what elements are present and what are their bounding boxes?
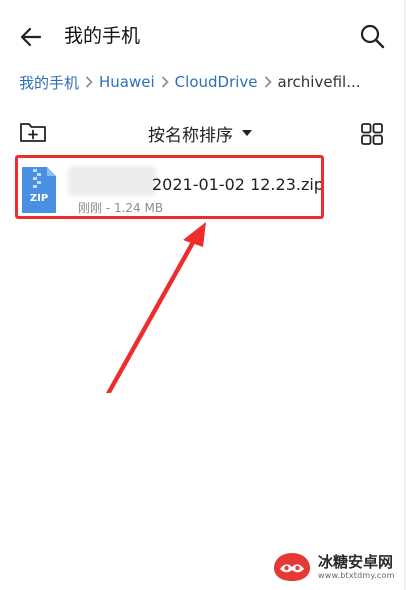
breadcrumb-item-my-phone[interactable]: 我的手机 [19,72,79,93]
grid-view-icon [361,123,383,145]
scrollbar-track [404,0,406,590]
new-folder-button[interactable] [18,118,48,146]
new-folder-icon [20,123,46,142]
chevron-right-icon [264,76,272,88]
chevron-right-icon [161,76,169,88]
caret-down-icon [241,129,253,137]
watermark-logo-icon [274,553,310,581]
breadcrumb-item-clouddrive[interactable]: CloudDrive [175,73,258,91]
breadcrumb: 我的手机 Huawei CloudDrive archivefil... [19,70,399,94]
chevron-right-icon [85,76,93,88]
search-icon [360,24,385,49]
search-button[interactable] [354,18,390,54]
watermark-name: 冰糖安卓网 [318,553,394,571]
watermark-url: www.btxtdmy.com [318,571,395,580]
breadcrumb-item-current: archivefil... [277,73,361,91]
page-title: 我的手机 [64,25,141,47]
watermark: 冰糖安卓网 www.btxtdmy.com [272,548,406,586]
highlight-box [15,155,324,219]
sort-label: 按名称排序 [148,125,233,146]
arrow-left-icon [20,27,42,47]
sort-dropdown[interactable]: 按名称排序 [148,120,253,146]
grid-view-button[interactable] [358,120,386,148]
breadcrumb-item-huawei[interactable]: Huawei [99,73,155,91]
back-button[interactable] [14,20,48,54]
